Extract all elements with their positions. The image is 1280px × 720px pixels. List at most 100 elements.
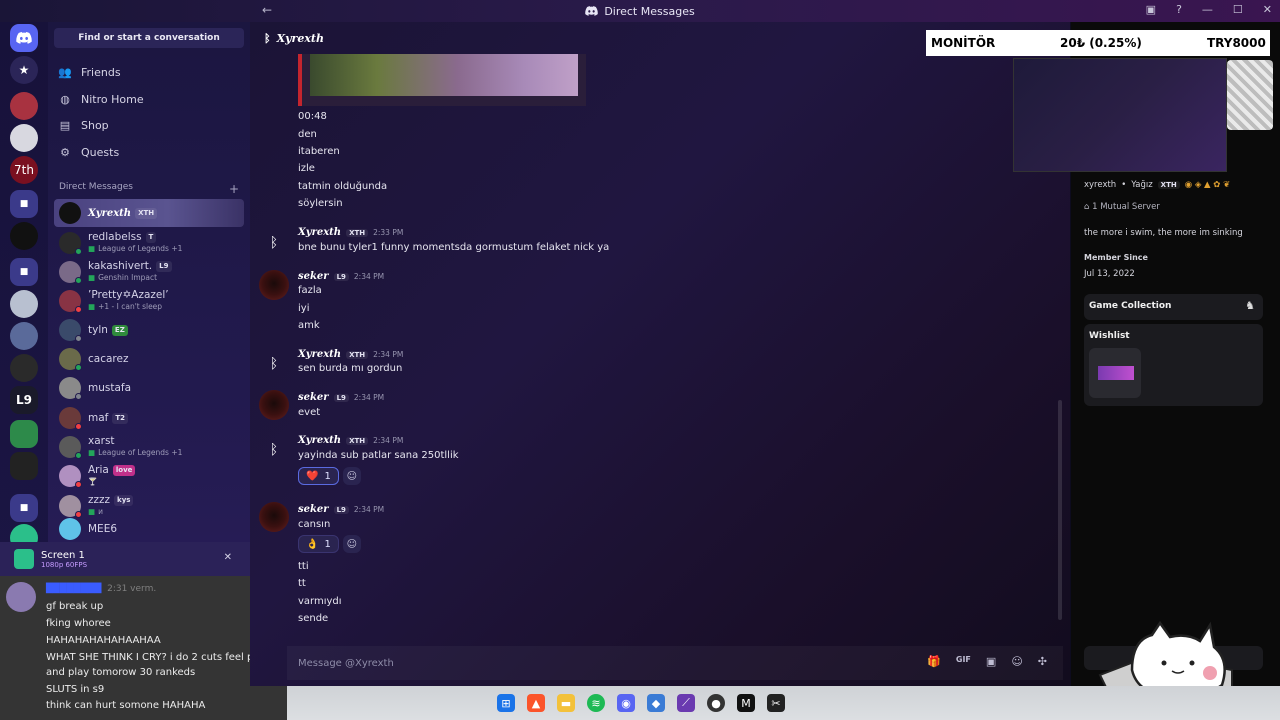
search-input[interactable]: Find or start a conversation xyxy=(54,28,244,48)
add-reaction-button[interactable]: ☺ xyxy=(342,467,361,485)
message-header: seker L9 2:34 PM xyxy=(298,392,384,403)
message-author[interactable]: seker xyxy=(298,271,329,282)
stop-stream-button[interactable]: ✕ xyxy=(224,552,232,563)
brave-browser-icon[interactable]: ▲ xyxy=(527,694,545,712)
minimize-button[interactable]: — xyxy=(1202,3,1213,16)
gif-icon[interactable]: GIF xyxy=(956,655,971,668)
dm-item[interactable]: ’Pretty✡Azazel’ ■ +1 - I can't sleep xyxy=(54,287,244,315)
reaction-count: 1 xyxy=(324,538,331,550)
server-icon[interactable] xyxy=(10,420,38,448)
server-icon[interactable] xyxy=(10,322,38,350)
game-controller-icon: ■ xyxy=(88,302,96,311)
dm-item[interactable]: zzzz kys ■ и xyxy=(54,492,244,520)
avatar[interactable]: ᛒ xyxy=(259,349,289,379)
message-text: sende xyxy=(298,613,329,624)
message-author[interactable]: Xyrexth xyxy=(298,227,341,238)
dm-item[interactable]: xarst ■ League of Legends +1 xyxy=(54,433,244,461)
server-icon[interactable] xyxy=(10,452,38,480)
dm-header-label: Direct Messages xyxy=(59,182,133,192)
discord-home-icon[interactable] xyxy=(10,24,38,52)
server-icon[interactable] xyxy=(10,92,38,120)
mutual-servers[interactable]: ⌂ 1 Mutual Server xyxy=(1084,202,1160,212)
gift-icon[interactable]: 🎁 xyxy=(927,655,941,668)
help-icon[interactable]: ? xyxy=(1176,3,1182,16)
message-author[interactable]: seker xyxy=(298,392,329,403)
apps-icon[interactable]: ✣ xyxy=(1038,655,1047,668)
message-header: Xyrexth XTH 2:34 PM xyxy=(298,349,403,360)
discord-icon[interactable]: ◉ xyxy=(617,694,635,712)
sticker-icon[interactable]: ▣ xyxy=(986,655,996,668)
dm-item[interactable]: cacarez xyxy=(54,345,244,373)
app-icon[interactable]: ◆ xyxy=(647,694,665,712)
game-controller-icon: ■ xyxy=(88,244,96,253)
folder-icon[interactable]: ■ xyxy=(10,494,38,522)
avatar[interactable] xyxy=(259,270,289,300)
reaction-heart[interactable]: ❤️ 1 xyxy=(298,467,339,485)
message-author[interactable]: Xyrexth xyxy=(298,435,341,446)
wishlist-item-image[interactable] xyxy=(1089,348,1141,398)
nav-quests[interactable]: ⚙ Quests xyxy=(58,141,119,163)
message-input[interactable]: Message @Xyrexth 🎁 GIF ▣ ☺ ✣ xyxy=(287,646,1063,680)
nav-nitro-home[interactable]: ◍ Nitro Home xyxy=(58,88,143,110)
avatar[interactable]: ᛒ xyxy=(259,435,289,465)
chat-scrollbar[interactable] xyxy=(1058,400,1062,620)
tag-badge: L9 xyxy=(333,393,349,402)
server-icon[interactable] xyxy=(10,354,38,382)
nav-shop[interactable]: ▤ Shop xyxy=(58,114,109,136)
dm-name: cacarez xyxy=(88,352,129,365)
close-button[interactable]: ✕ xyxy=(1263,3,1272,16)
dm-item[interactable]: maf T2 xyxy=(54,404,244,432)
inbox-icon[interactable]: ▣ xyxy=(1146,3,1156,16)
dm-item[interactable]: tyln EZ xyxy=(54,316,244,344)
dm-item[interactable]: MEE6 xyxy=(54,518,244,540)
folder-icon[interactable]: ■ xyxy=(10,190,38,218)
start-menu-icon[interactable]: ⊞ xyxy=(497,694,515,712)
obs-icon[interactable]: ● xyxy=(707,694,725,712)
window-title: Direct Messages xyxy=(604,4,695,18)
dm-item[interactable]: kakashivert. L9 ■ Genshin Impact xyxy=(54,258,244,286)
create-dm-button[interactable]: + xyxy=(229,182,239,196)
server-icon[interactable] xyxy=(10,124,38,152)
app-icon[interactable]: M xyxy=(737,694,755,712)
server-icon[interactable]: L9 xyxy=(10,386,38,414)
dm-item[interactable]: mustafa xyxy=(54,374,244,402)
nav-friends[interactable]: 👥 Friends xyxy=(58,61,120,83)
message-header: seker L9 2:34 PM xyxy=(298,271,384,282)
folder-icon[interactable]: ■ xyxy=(10,258,38,286)
image-embed[interactable] xyxy=(298,54,586,106)
game-collection-label: Game Collection xyxy=(1089,301,1172,311)
back-arrow-icon[interactable]: ← xyxy=(262,3,272,17)
server-icon[interactable] xyxy=(10,290,38,318)
file-explorer-icon[interactable]: ▬ xyxy=(557,694,575,712)
avatar[interactable] xyxy=(259,390,289,420)
server-icon[interactable] xyxy=(10,222,38,250)
dm-item[interactable]: redlabelss T ■ League of Legends +1 xyxy=(54,229,244,257)
dm-item[interactable]: Xyrexth XTH xyxy=(54,199,244,227)
overlay-message-time: ████████ 2:31 verm. xyxy=(46,584,157,594)
avatar[interactable]: ᛒ xyxy=(259,228,289,258)
maximize-button[interactable]: ☐ xyxy=(1233,3,1243,16)
avatar[interactable] xyxy=(259,502,289,532)
emoji-icon[interactable]: ☺ xyxy=(1011,655,1022,668)
wishlist-card[interactable]: Wishlist xyxy=(1084,324,1263,406)
message-time: 2:34 PM xyxy=(353,272,385,281)
dm-item[interactable]: Aria love 🍸 xyxy=(54,462,244,490)
message-author[interactable]: seker xyxy=(298,504,329,515)
reaction-ok[interactable]: 👌 1 xyxy=(298,535,339,553)
avatar xyxy=(59,377,82,400)
dm-name: maf xyxy=(88,411,109,424)
server-icon[interactable]: 7th xyxy=(10,156,38,184)
avatar xyxy=(59,202,81,224)
overlay-line: gf break up xyxy=(46,601,104,612)
app-icon[interactable]: ⟋ xyxy=(677,694,695,712)
quests-icon: ⚙ xyxy=(60,145,70,159)
spotify-icon[interactable]: ≋ xyxy=(587,694,605,712)
reactions: ❤️ 1 ☺ xyxy=(298,467,361,485)
dm-name: redlabelss xyxy=(88,231,142,243)
game-collection-card[interactable]: Game Collection ♞ xyxy=(1084,294,1263,320)
message-author[interactable]: Xyrexth xyxy=(298,349,341,360)
favorites-star-icon[interactable]: ★ xyxy=(10,56,38,84)
message-time: 2:34 PM xyxy=(353,505,385,514)
capcut-icon[interactable]: ✂ xyxy=(767,694,785,712)
add-reaction-button[interactable]: ☺ xyxy=(342,535,361,553)
